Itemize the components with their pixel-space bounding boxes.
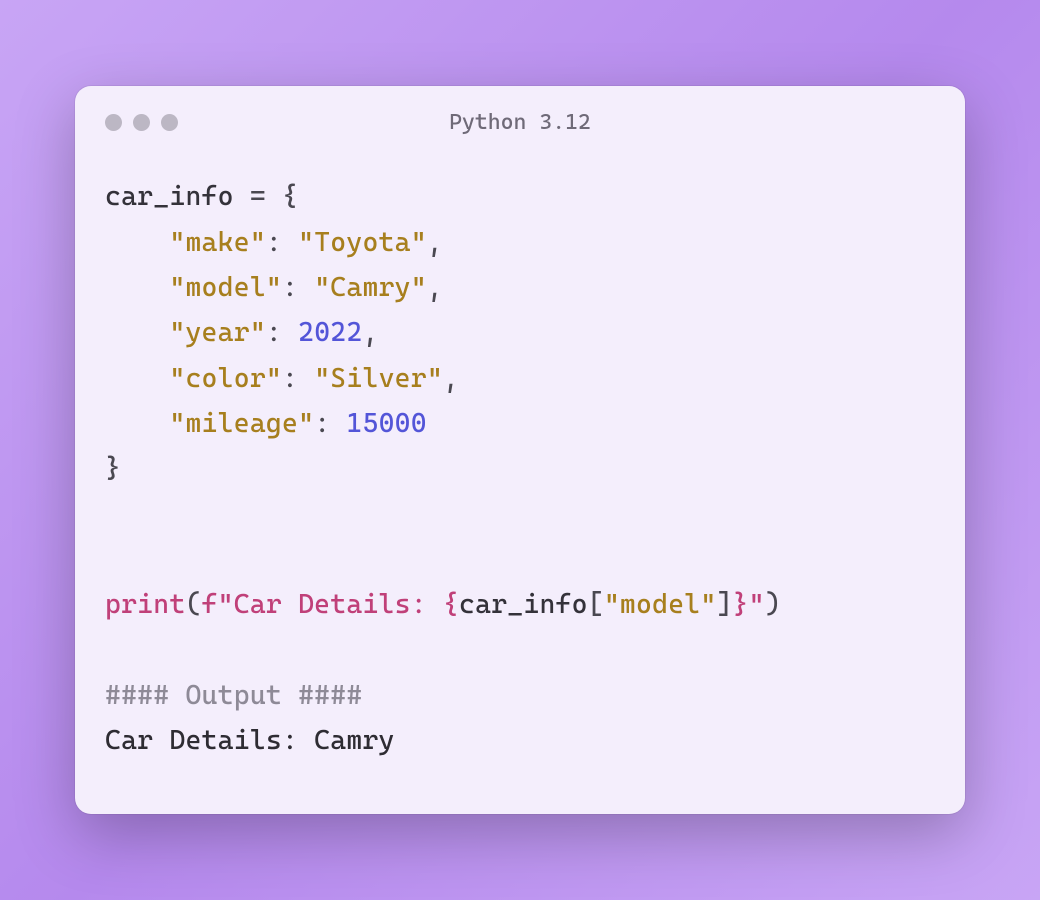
code-indent — [105, 317, 169, 348]
dict-trail: , — [362, 317, 378, 348]
code-indent — [105, 408, 169, 439]
open-paren: ( — [185, 589, 201, 620]
bracket-open: [ — [588, 589, 604, 620]
expr-key: "model" — [604, 589, 717, 620]
f-prefix: f" — [202, 589, 234, 620]
dict-value: 2022 — [298, 317, 362, 348]
bracket-close: ] — [716, 589, 732, 620]
dict-colon: : — [266, 227, 298, 258]
dict-colon: : — [266, 317, 298, 348]
titlebar: Python 3.12 — [105, 110, 935, 134]
minimize-icon[interactable] — [133, 114, 150, 131]
code-window: Python 3.12 car_info = { "make": "Toyota… — [75, 86, 965, 814]
dict-value: "Camry" — [314, 272, 427, 303]
maximize-icon[interactable] — [161, 114, 178, 131]
dict-key: "year" — [169, 317, 266, 348]
dict-key: "model" — [169, 272, 282, 303]
code-indent — [105, 363, 169, 394]
code-indent — [105, 227, 169, 258]
code-indent — [105, 272, 169, 303]
expr-close: } — [733, 589, 749, 620]
dict-trail: , — [443, 363, 459, 394]
dict-colon: : — [282, 272, 314, 303]
dict-value: "Toyota" — [298, 227, 427, 258]
output-header: #### Output #### — [105, 680, 362, 711]
fstring-literal: Car Details: — [234, 589, 443, 620]
expr-open: { — [443, 589, 459, 620]
dict-colon: : — [282, 363, 314, 394]
close-icon[interactable] — [105, 114, 122, 131]
dict-value: 15000 — [346, 408, 426, 439]
dict-key: "make" — [169, 227, 266, 258]
window-title: Python 3.12 — [105, 110, 935, 135]
dict-key: "mileage" — [169, 408, 314, 439]
dict-colon: : — [314, 408, 346, 439]
code-area[interactable]: car_info = { "make": "Toyota", "model": … — [105, 174, 935, 764]
close-paren: ) — [765, 589, 781, 620]
dict-trail: , — [427, 227, 443, 258]
print-func: print — [105, 589, 185, 620]
output-line: Car Details: Camry — [105, 725, 395, 756]
expr-var: car_info — [459, 589, 588, 620]
dict-value: "Silver" — [314, 363, 443, 394]
close-brace: } — [105, 453, 121, 484]
code-assign: = { — [234, 181, 298, 212]
f-close: " — [749, 589, 765, 620]
code-variable: car_info — [105, 181, 234, 212]
traffic-lights — [105, 114, 178, 131]
dict-trail: , — [427, 272, 443, 303]
dict-key: "color" — [169, 363, 282, 394]
